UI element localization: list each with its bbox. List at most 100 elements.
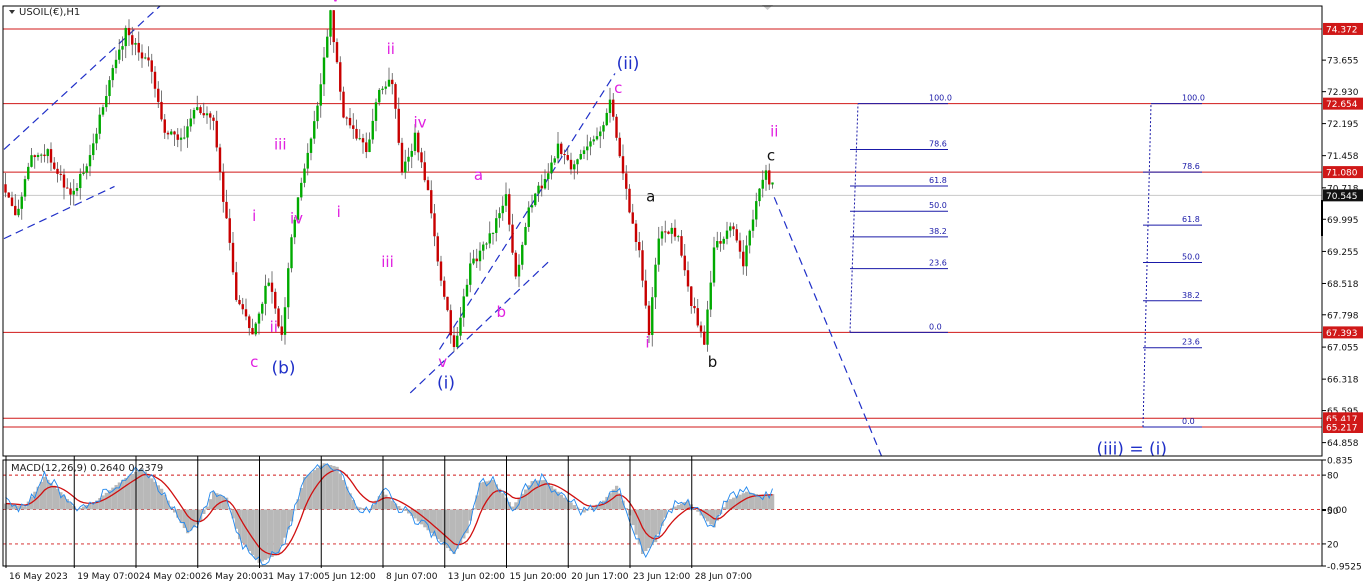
wave-label: i (252, 207, 256, 225)
fib-1-label: 23.6 (929, 259, 947, 268)
candle-body (605, 112, 608, 126)
macd-histogram-bar (150, 478, 154, 510)
candle-body (332, 10, 335, 43)
candle-body (309, 138, 313, 153)
candle-body (615, 116, 618, 138)
y-tick-label: 69.255 (1327, 248, 1359, 258)
macd-histogram-bar (680, 503, 684, 510)
candle-body (547, 173, 550, 180)
macd-histogram-bar (384, 494, 388, 510)
macd-histogram-bar (325, 464, 329, 510)
candle-body (696, 308, 699, 326)
macd-histogram-bar (221, 496, 225, 510)
macd-histogram-bar (283, 509, 287, 538)
candle-body (36, 154, 40, 158)
macd-histogram-bar (338, 473, 342, 510)
candle-body (381, 88, 384, 90)
price-tag-label: 72.654 (1326, 100, 1358, 110)
candle-body (628, 188, 631, 213)
candle-body (205, 113, 209, 116)
price-tag-label: 71.080 (1326, 169, 1358, 179)
macd-histogram-bar (589, 508, 593, 510)
wave-label: b (496, 303, 506, 321)
candle-body (608, 99, 612, 113)
candle-body (644, 280, 647, 306)
candle-body (261, 303, 264, 314)
candle-body (446, 296, 449, 311)
candle-body (62, 174, 66, 188)
macd-histogram-bar (342, 480, 346, 510)
candle-body (303, 168, 306, 183)
wave-label: iv (290, 209, 303, 227)
macd-histogram-bar (647, 509, 651, 549)
candle-body (683, 255, 686, 271)
candle-body (189, 118, 192, 127)
candle-body (118, 49, 121, 60)
candle-body (176, 134, 179, 140)
candle-body (599, 131, 602, 137)
candle-body (313, 121, 316, 139)
macd-histogram-bar (572, 505, 576, 510)
candle-body (355, 128, 358, 139)
candle-body (524, 226, 527, 245)
candle-body (456, 335, 459, 347)
candle-body (358, 138, 361, 140)
candle-body (530, 205, 534, 208)
candle-body (501, 205, 504, 214)
fib-2-label: 78.6 (1182, 162, 1200, 171)
candle-body (452, 335, 456, 347)
candle-body (517, 264, 521, 277)
chart-canvas: 100.0 78.6 61.8 50.0 38.2 23.6 0.0 100.0 78.6 61.… (0, 0, 1366, 588)
macd-histogram-bar (52, 485, 56, 510)
macd-histogram-bar (101, 495, 105, 510)
macd-histogram-bar (332, 465, 336, 510)
macd-histogram-bar (124, 477, 128, 510)
macd-histogram-bar (121, 479, 125, 510)
macd-histogram-bar (722, 507, 726, 510)
candle-body (677, 236, 680, 238)
candle-body (641, 250, 644, 281)
x-tick-label: 16 May 2023 (9, 572, 68, 582)
candle-body (179, 137, 183, 140)
candle-body (670, 227, 673, 234)
candle-body (111, 68, 114, 81)
candle-body (706, 309, 709, 345)
candle-body (329, 10, 332, 37)
macd-title: MACD(12,26,9) 0.2640 0.2379 (11, 463, 163, 474)
candle-body (556, 143, 560, 159)
wave-label: (b) (271, 358, 295, 378)
candle-body (4, 184, 7, 193)
wave-label: c (614, 79, 622, 97)
wave-label: i (337, 203, 341, 221)
wave-label: a (474, 166, 483, 184)
candle-body (690, 286, 693, 306)
macd-y-tick-label: -0.9525 (1327, 563, 1362, 573)
candle-body (495, 218, 498, 233)
macd-histogram-bar (449, 509, 453, 552)
candle-body (491, 232, 495, 234)
candle-body (14, 205, 17, 216)
candle-body (725, 230, 729, 239)
macd-histogram-bar (387, 497, 391, 510)
candle-body (316, 105, 319, 122)
price-tag-label: 74.372 (1326, 25, 1358, 35)
wave-label: i (645, 333, 649, 351)
candle-body (521, 244, 524, 265)
candle-body (391, 79, 394, 85)
macd-histogram-bar (771, 494, 775, 510)
macd-histogram-bar (475, 495, 479, 510)
x-tick-label: 24 May 02:00 (139, 572, 201, 582)
candle-body (686, 270, 690, 287)
current-price-label: 70.545 (1326, 192, 1358, 202)
candle-body (53, 162, 56, 169)
macd-histogram-bar (43, 476, 47, 510)
x-tick-label: 15 Jun 20:00 (510, 572, 567, 582)
candle-body (407, 156, 410, 162)
candle-body (352, 125, 355, 129)
candle-body (287, 268, 290, 308)
candle-body (326, 36, 329, 58)
candle-body (758, 188, 761, 202)
candle-body (137, 42, 140, 53)
macd-histogram-bar (563, 497, 567, 510)
candle-body (166, 132, 170, 135)
